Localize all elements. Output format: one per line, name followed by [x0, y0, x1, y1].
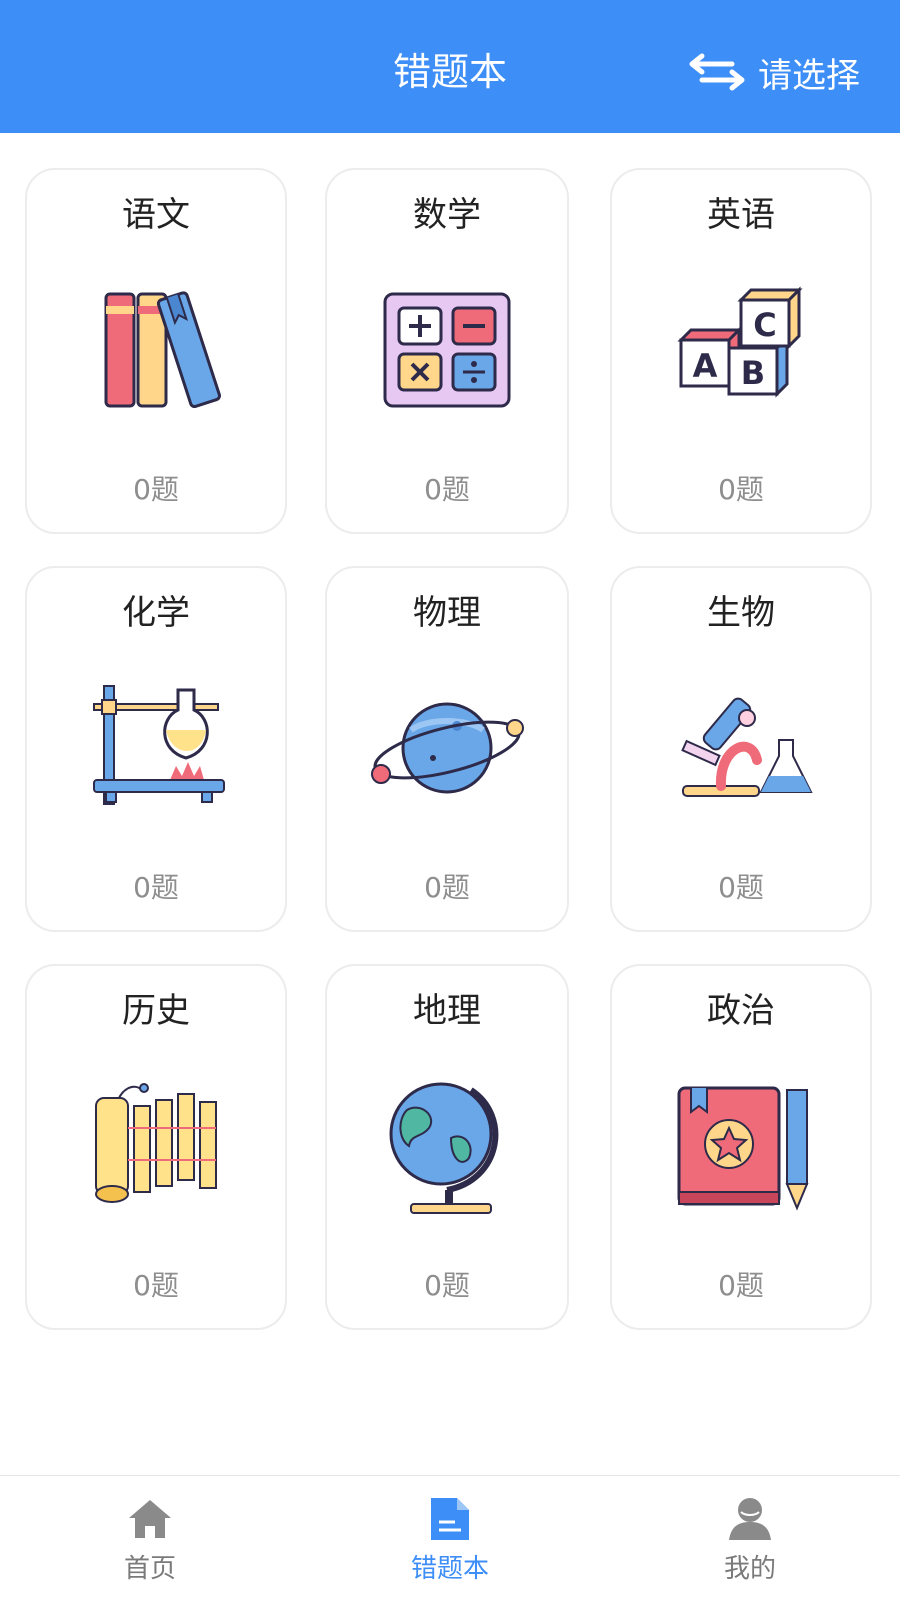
subject-card-politics[interactable]: 政治 0题 — [610, 964, 872, 1330]
document-icon — [431, 1498, 469, 1540]
subject-name: 语文 — [122, 195, 190, 235]
book-star-icon — [677, 1086, 809, 1211]
svg-text:C: C — [753, 306, 776, 344]
subject-name: 物理 — [413, 593, 481, 633]
tab-label: 错题本 — [410, 1554, 489, 1584]
microscope-icon — [681, 697, 813, 797]
tab-profile[interactable]: 我的 — [600, 1476, 900, 1601]
home-icon — [129, 1500, 171, 1538]
subject-name: 化学 — [122, 593, 190, 633]
subject-card-chinese[interactable]: 语文 0题 — [25, 168, 287, 534]
subject-count: 0题 — [133, 871, 179, 904]
swap-arrows-icon — [689, 53, 745, 91]
subject-count: 0题 — [424, 1269, 470, 1302]
svg-text:B: B — [741, 354, 765, 392]
tab-home[interactable]: 首页 — [0, 1476, 300, 1601]
subject-card-geography[interactable]: 地理 0题 — [325, 964, 569, 1330]
subject-card-history[interactable]: 历史 0题 — [25, 964, 287, 1330]
subject-count: 0题 — [718, 473, 764, 506]
abc-blocks-icon: A B C — [677, 286, 803, 398]
planet-icon — [371, 702, 524, 794]
subject-count: 0题 — [133, 473, 179, 506]
subject-name: 数学 — [413, 195, 481, 235]
tab-label: 首页 — [123, 1554, 176, 1584]
subject-card-math[interactable]: 数学 0题 — [325, 168, 569, 534]
subject-name: 生物 — [707, 593, 775, 633]
app-header: 错题本 请选择 — [0, 0, 900, 133]
calculator-icon — [383, 292, 511, 408]
subject-count: 0题 — [133, 1269, 179, 1302]
subject-name: 政治 — [707, 991, 775, 1031]
svg-text:A: A — [693, 347, 718, 385]
subject-count: 0题 — [718, 1269, 764, 1302]
subject-count: 0题 — [718, 871, 764, 904]
subject-select-label: 请选择 — [758, 55, 860, 96]
subject-card-english[interactable]: 英语 A B C 0题 — [610, 168, 872, 534]
flask-burner-icon — [93, 685, 225, 805]
subject-card-biology[interactable]: 生物 0题 — [610, 566, 872, 932]
globe-icon — [389, 1082, 499, 1214]
books-icon — [104, 291, 221, 409]
subject-name: 英语 — [707, 195, 775, 235]
user-icon — [729, 1498, 771, 1540]
tab-wrongbook[interactable]: 错题本 — [300, 1476, 600, 1601]
subject-count: 0题 — [424, 871, 470, 904]
tab-label: 我的 — [723, 1554, 776, 1584]
bamboo-scroll-icon — [95, 1083, 217, 1203]
subject-count: 0题 — [424, 473, 470, 506]
subject-card-chemistry[interactable]: 化学 0题 — [25, 566, 287, 932]
subject-name: 地理 — [413, 991, 481, 1031]
subject-name: 历史 — [122, 991, 190, 1031]
subject-select-button[interactable]: 请选择 — [688, 46, 860, 98]
bottom-tab-bar: 首页 错题本 我的 — [0, 1475, 900, 1601]
subject-card-physics[interactable]: 物理 0题 — [325, 566, 569, 932]
